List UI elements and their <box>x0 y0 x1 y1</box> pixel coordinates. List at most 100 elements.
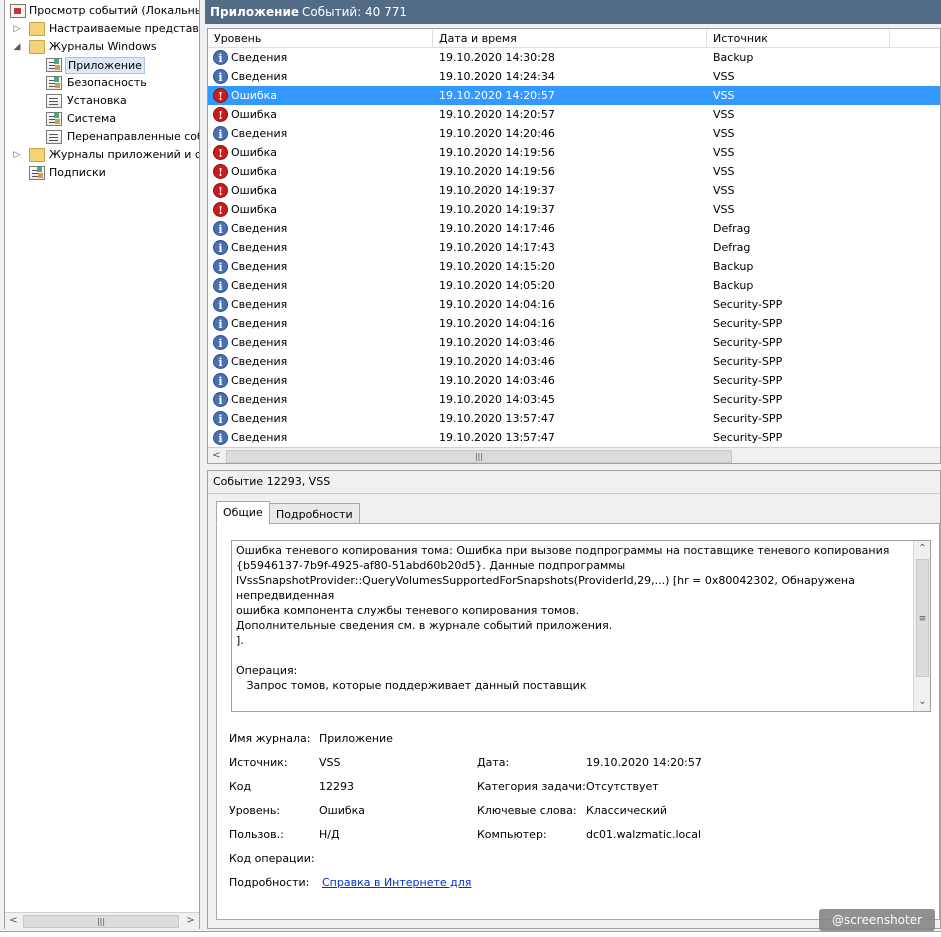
date-value[interactable]: 19.10.2020 14:20:57 <box>586 756 702 769</box>
scroll-down-icon[interactable]: ⌄ <box>914 694 930 711</box>
event-description-text[interactable]: Ошибка теневого копирования тома: Ошибка… <box>236 543 916 711</box>
level-cell: Сведения <box>231 298 288 311</box>
log-icon <box>46 112 62 126</box>
table-row[interactable]: i Сведения 19.10.2020 14:03:46 Security-SPP <box>208 352 940 371</box>
table-row[interactable]: i Сведения 19.10.2020 14:24:34 VSS <box>208 67 940 86</box>
datetime-cell: 19.10.2020 14:19:37 <box>439 203 555 216</box>
expand-arrow-icon[interactable]: ▷ <box>11 146 23 164</box>
level-cell: Ошибка <box>231 203 278 216</box>
online-help-link[interactable]: Справка в Интернете для <box>322 876 471 889</box>
window-bottom-edge <box>0 931 941 937</box>
scroll-thumb[interactable]: ||| <box>226 450 732 463</box>
folder-icon <box>29 22 45 36</box>
tree-item-label: Настраиваемые представле <box>49 22 200 35</box>
source-cell: Security-SPP <box>713 317 783 330</box>
table-row[interactable]: i Сведения 19.10.2020 13:57:47 Security-SPP <box>208 409 940 428</box>
source-cell: VSS <box>713 184 735 197</box>
event-detail-title: Событие 12293, VSS <box>213 475 331 488</box>
event-detail-pane: Событие 12293, VSS Общие Подробности Оши… <box>207 470 941 929</box>
table-row[interactable]: ! Ошибка 19.10.2020 14:19:37 VSS <box>208 200 940 219</box>
expand-arrow-icon[interactable]: ▷ <box>11 20 23 38</box>
date-label: Дата: <box>477 756 510 769</box>
collapse-arrow-icon[interactable]: ◢ <box>11 38 23 56</box>
table-row[interactable]: i Сведения 19.10.2020 13:57:47 Security-SPP <box>208 428 940 447</box>
level-cell: Сведения <box>231 260 288 273</box>
table-row[interactable]: ! Ошибка 19.10.2020 14:19:56 VSS <box>208 143 940 162</box>
event-list: Уровень Дата и время Источник i Сведения 1… <box>207 28 941 464</box>
folder-icon <box>29 148 45 162</box>
scroll-left-icon[interactable]: < <box>5 913 22 930</box>
info-icon: i <box>213 259 228 274</box>
table-row[interactable]: i Сведения 19.10.2020 14:03:46 Security-SPP <box>208 371 940 390</box>
table-row[interactable]: i Сведения 19.10.2020 14:05:20 Backup <box>208 276 940 295</box>
datetime-cell: 19.10.2020 14:03:46 <box>439 374 555 387</box>
general-tab-panel: Ошибка теневого копирования тома: Ошибка… <box>216 523 940 920</box>
scroll-right-icon[interactable]: > <box>182 913 199 930</box>
log-name-value[interactable]: Приложение <box>319 732 393 745</box>
list-horizontal-scrollbar[interactable]: < ||| <box>208 447 940 463</box>
table-row[interactable]: ! Ошибка 19.10.2020 14:20:57 VSS <box>208 86 940 105</box>
column-header-datetime[interactable]: Дата и время <box>433 29 707 48</box>
info-icon: i <box>213 392 228 407</box>
error-icon: ! <box>213 164 228 179</box>
source-cell: Backup <box>713 260 754 273</box>
table-row[interactable]: i Сведения 19.10.2020 14:04:16 Security-SPP <box>208 295 940 314</box>
datetime-cell: 19.10.2020 14:04:16 <box>439 317 555 330</box>
user-value[interactable]: Н/Д <box>319 828 340 841</box>
info-icon: i <box>213 278 228 293</box>
table-row[interactable]: ! Ошибка 19.10.2020 14:20:57 VSS <box>208 105 940 124</box>
table-row[interactable]: i Сведения 19.10.2020 14:04:16 Security-SPP <box>208 314 940 333</box>
table-row[interactable]: i Сведения 19.10.2020 14:17:46 Defrag <box>208 219 940 238</box>
table-row[interactable]: i Сведения 19.10.2020 14:03:46 Security-SPP <box>208 333 940 352</box>
source-cell: VSS <box>713 127 735 140</box>
table-row[interactable]: i Сведения 19.10.2020 14:20:46 VSS <box>208 124 940 143</box>
table-row[interactable]: i Сведения 19.10.2020 14:15:20 Backup <box>208 257 940 276</box>
log-title: Приложение <box>210 5 299 19</box>
info-icon: i <box>213 297 228 312</box>
column-header-source[interactable]: Источник <box>707 29 890 48</box>
task-category-value[interactable]: Отсутствует <box>586 780 659 793</box>
datetime-cell: 19.10.2020 14:19:37 <box>439 184 555 197</box>
level-cell: Ошибка <box>231 165 278 178</box>
watermark: @screenshoter <box>819 909 935 931</box>
column-header-extra[interactable] <box>890 29 940 48</box>
code-value[interactable]: 12293 <box>319 780 354 793</box>
datetime-cell: 19.10.2020 14:30:28 <box>439 51 555 64</box>
user-label: Пользов.: <box>229 828 284 841</box>
divider <box>208 493 940 494</box>
error-icon: ! <box>213 88 228 103</box>
folder-icon <box>29 40 45 54</box>
scroll-left-icon[interactable]: < <box>208 448 225 463</box>
table-row[interactable]: i Сведения 19.10.2020 14:30:28 Backup <box>208 48 940 67</box>
table-row[interactable]: ! Ошибка 19.10.2020 14:19:37 VSS <box>208 181 940 200</box>
source-value[interactable]: VSS <box>319 756 341 769</box>
log-icon <box>46 94 62 108</box>
scroll-thumb[interactable]: ≡ <box>916 559 929 677</box>
source-cell: Security-SPP <box>713 393 783 406</box>
info-icon: i <box>213 316 228 331</box>
table-row[interactable]: i Сведения 19.10.2020 14:03:45 Security-SPP <box>208 390 940 409</box>
log-icon <box>46 58 62 72</box>
scroll-up-icon[interactable]: ⌃ <box>914 541 930 558</box>
level-value[interactable]: Ошибка <box>319 804 365 817</box>
keywords-value[interactable]: Классический <box>586 804 667 817</box>
source-cell: Security-SPP <box>713 298 783 311</box>
table-row[interactable]: i Сведения 19.10.2020 14:17:43 Defrag <box>208 238 940 257</box>
description-vertical-scrollbar[interactable]: ⌃ ≡ ⌄ <box>913 541 930 711</box>
column-header-level[interactable]: Уровень <box>208 29 433 48</box>
source-cell: Security-SPP <box>713 431 783 444</box>
error-icon: ! <box>213 202 228 217</box>
task-category-label: Категория задачи: <box>477 780 586 793</box>
level-cell: Сведения <box>231 317 288 330</box>
tab-details[interactable]: Подробности <box>269 503 360 525</box>
table-row[interactable]: ! Ошибка 19.10.2020 14:19:56 VSS <box>208 162 940 181</box>
event-description-box[interactable]: Ошибка теневого копирования тома: Ошибка… <box>231 540 931 712</box>
info-icon: i <box>213 335 228 350</box>
scroll-thumb[interactable]: ||| <box>23 915 179 928</box>
source-cell: Backup <box>713 279 754 292</box>
tab-general[interactable]: Общие <box>216 501 270 525</box>
computer-value[interactable]: dc01.walzmatic.local <box>586 828 701 841</box>
info-icon: i <box>213 69 228 84</box>
source-cell: Security-SPP <box>713 355 783 368</box>
tree-horizontal-scrollbar[interactable]: < ||| > <box>5 912 199 929</box>
